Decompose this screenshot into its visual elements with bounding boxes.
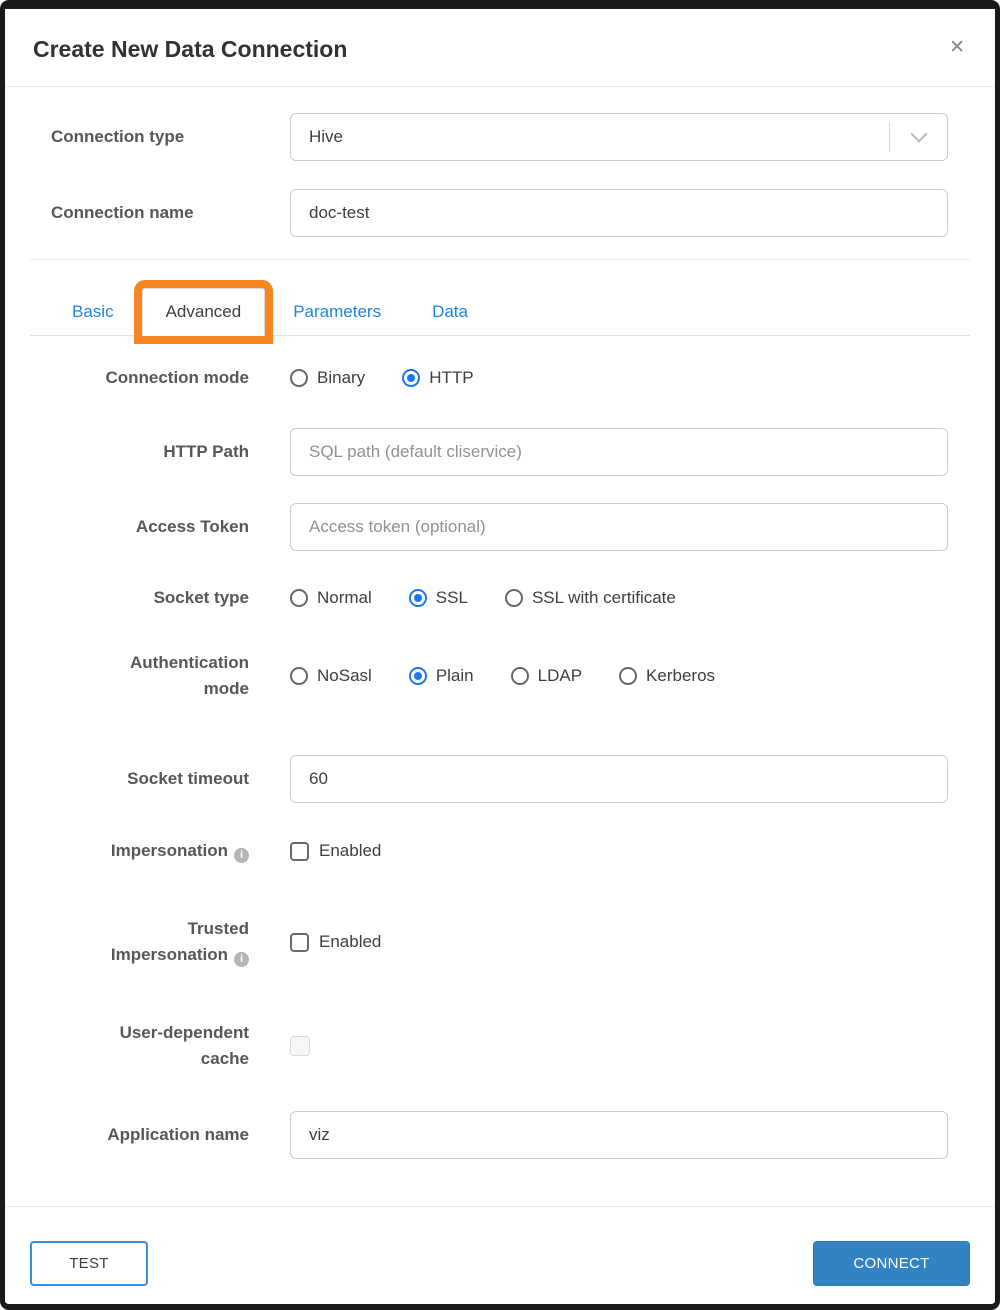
radio-nosasl-label: NoSasl (317, 666, 372, 685)
top-fields-section: Connection type Hive Connection name (5, 87, 995, 259)
screenshot-frame: Create New Data Connection ✕ Connection … (0, 0, 1000, 1310)
connection-type-value: Hive (309, 127, 344, 146)
connection-type-row: Connection type Hive (51, 113, 948, 161)
application-name-row: Application name (89, 1111, 948, 1159)
checkbox-icon[interactable] (290, 932, 309, 952)
trusted-impersonation-enabled-checkbox[interactable]: Enabled (290, 932, 381, 952)
radio-normal[interactable]: Normal (290, 588, 372, 608)
trusted-impersonation-row: Trusted Impersonation i Enabled (89, 909, 948, 975)
connection-mode-row: Connection mode Binary HTTP (89, 360, 948, 396)
info-icon[interactable]: i (234, 847, 249, 863)
user-dependent-cache-row: User-dependent cache (89, 1013, 948, 1079)
http-path-label: HTTP Path (163, 442, 249, 461)
radio-kerberos-label: Kerberos (646, 666, 716, 685)
http-path-row: HTTP Path (89, 428, 948, 476)
impersonation-enabled-label: Enabled (319, 841, 382, 860)
trusted-impersonation-label: Trusted Impersonation (110, 919, 249, 964)
radio-icon[interactable] (290, 589, 308, 607)
radio-binary-label: Binary (317, 368, 366, 387)
radio-checked-icon[interactable] (408, 589, 427, 607)
radio-binary[interactable]: Binary (290, 368, 365, 388)
tab-parameters[interactable]: Parameters (270, 289, 404, 335)
radio-plain[interactable]: Plain (408, 666, 474, 686)
radio-ldap[interactable]: LDAP (510, 666, 583, 686)
radio-checked-icon[interactable] (402, 369, 421, 387)
page-title: Create New Data Connection (33, 36, 348, 62)
advanced-tab-panel: Connection mode Binary HTTP HTTP Path Ac… (5, 336, 995, 1206)
radio-ssl[interactable]: SSL (408, 588, 468, 608)
radio-icon[interactable] (510, 667, 529, 685)
socket-timeout-label: Socket timeout (127, 769, 249, 788)
modal-header: Create New Data Connection ✕ (5, 9, 995, 87)
radio-ssl-with-certificate[interactable]: SSL with certificate (504, 588, 676, 608)
socket-type-label: Socket type (153, 588, 249, 607)
checkbox-icon[interactable] (290, 841, 309, 861)
authentication-mode-options: NoSasl Plain LDAP Kerberos (290, 666, 948, 686)
radio-kerberos[interactable]: Kerberos (619, 666, 715, 686)
connection-type-select[interactable]: Hive (290, 113, 948, 161)
connection-name-label: Connection name (51, 203, 194, 222)
impersonation-label: Impersonation (110, 841, 228, 860)
socket-type-row: Socket type Normal SSL SSL with certific… (89, 580, 948, 616)
chevron-down-icon[interactable] (890, 125, 947, 143)
connection-type-label: Connection type (51, 127, 185, 146)
connection-name-input[interactable] (290, 189, 948, 237)
authentication-mode-label: Authentication mode (130, 653, 249, 698)
radio-icon[interactable] (504, 589, 523, 607)
connection-mode-label: Connection mode (105, 368, 249, 387)
radio-icon[interactable] (290, 667, 308, 685)
socket-timeout-input[interactable] (290, 755, 948, 803)
access-token-row: Access Token (89, 503, 948, 551)
tab-data[interactable]: Data (409, 289, 491, 335)
disabled-checkbox-icon (290, 1036, 310, 1056)
connection-name-row: Connection name (51, 189, 948, 237)
socket-timeout-row: Socket timeout (89, 755, 948, 803)
tab-bar: Basic Advanced Parameters Data (30, 280, 970, 344)
radio-icon[interactable] (619, 667, 638, 685)
connection-mode-options: Binary HTTP (290, 368, 948, 388)
trusted-impersonation-enabled-label: Enabled (319, 932, 382, 951)
impersonation-row: Impersonation i Enabled (89, 833, 948, 869)
radio-ldap-label: LDAP (537, 666, 583, 685)
access-token-input[interactable] (290, 503, 948, 551)
modal-footer: TEST CONNECT (5, 1206, 995, 1304)
radio-plain-label: Plain (435, 666, 474, 685)
tab-basic[interactable]: Basic (49, 289, 137, 335)
authentication-mode-row: Authentication mode NoSasl Plain LDAP Ke… (89, 646, 948, 706)
radio-http[interactable]: HTTP (402, 368, 474, 388)
section-divider (30, 259, 970, 260)
close-icon[interactable]: ✕ (947, 33, 967, 63)
http-path-input[interactable] (290, 428, 948, 476)
radio-ssl-label: SSL (435, 588, 468, 607)
impersonation-enabled-checkbox[interactable]: Enabled (290, 841, 381, 861)
tab-advanced[interactable]: Advanced (133, 280, 274, 344)
radio-icon[interactable] (290, 369, 308, 387)
radio-checked-icon[interactable] (408, 667, 427, 685)
socket-type-options: Normal SSL SSL with certificate (290, 588, 948, 608)
test-button[interactable]: TEST (30, 1241, 148, 1286)
application-name-label: Application name (107, 1125, 249, 1144)
user-dependent-cache-label: User-dependent cache (119, 1023, 249, 1068)
radio-http-label: HTTP (429, 368, 474, 387)
connect-button[interactable]: CONNECT (813, 1241, 970, 1286)
radio-normal-label: Normal (317, 588, 372, 607)
application-name-input[interactable] (290, 1111, 948, 1159)
radio-nosasl[interactable]: NoSasl (290, 666, 372, 686)
access-token-label: Access Token (135, 517, 249, 536)
info-icon[interactable]: i (234, 951, 249, 967)
radio-ssl-cert-label: SSL with certificate (531, 588, 676, 607)
